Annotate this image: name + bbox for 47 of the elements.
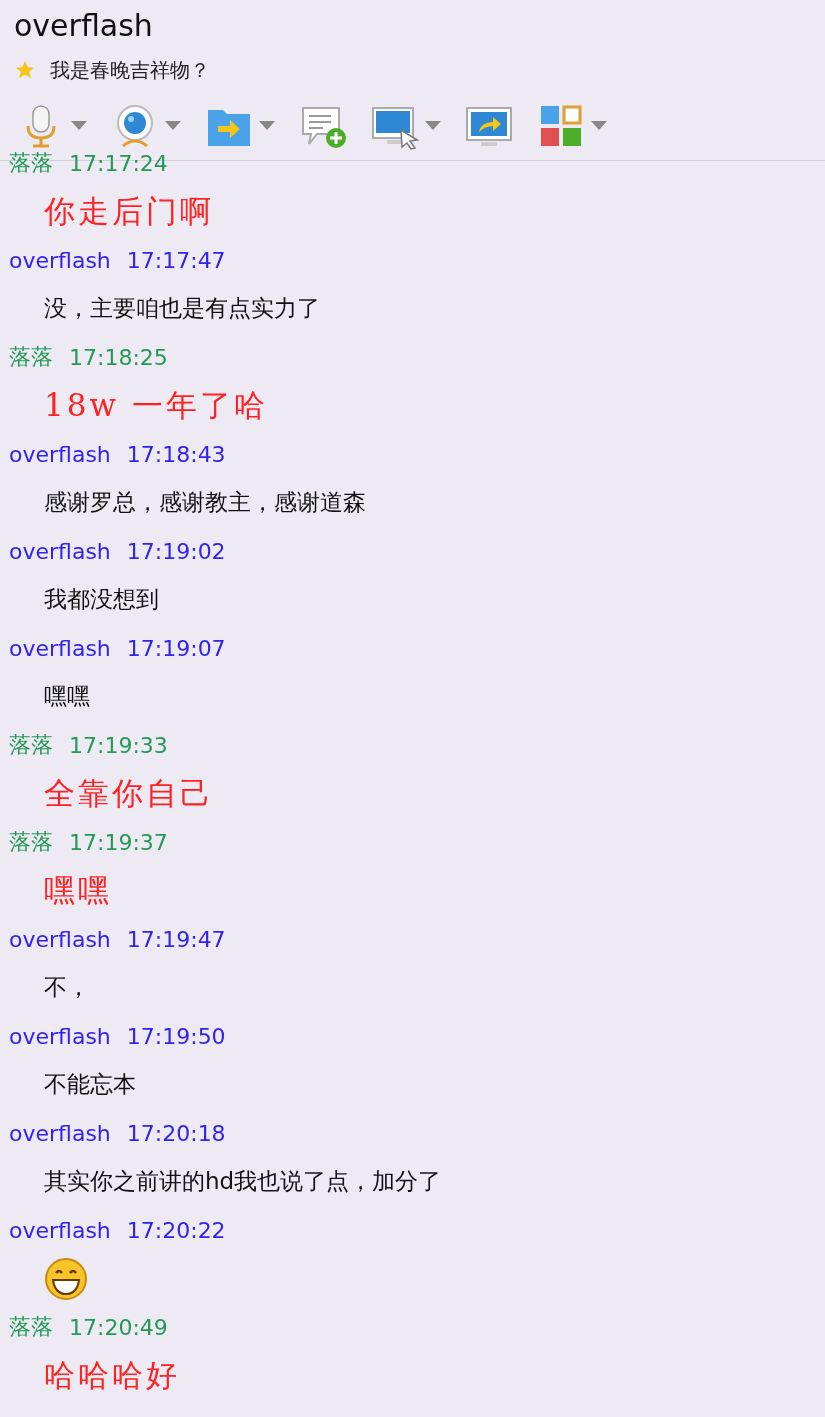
message-time: 17:19:50 (126, 1023, 226, 1049)
sender-name: 落落 (9, 828, 53, 856)
message-text: 不能忘本 (44, 1070, 136, 1099)
message-text: 18w 一年了哈 (44, 385, 268, 425)
sender-name: overflash (9, 926, 111, 952)
message-text: 感谢罗总，感谢教主，感谢道森 (44, 488, 366, 517)
message-text: 全靠你自己 (44, 773, 214, 813)
contact-name: overflash (14, 7, 154, 45)
message-text: 没，主要咱也是有点实力了 (44, 294, 320, 323)
star-icon (14, 59, 36, 81)
status-message: 我是春晚吉祥物？ (50, 56, 210, 84)
message-text: 嘿嘿 (44, 682, 90, 711)
message-time: 17:19:47 (126, 926, 226, 952)
message-text: 我都没想到 (44, 585, 159, 614)
caret-icon[interactable] (591, 121, 607, 131)
message-time: 17:20:18 (126, 1120, 226, 1146)
message-time: 17:19:02 (126, 538, 226, 564)
message-text: 哈哈哈好 (44, 1355, 180, 1395)
message-time: 17:20:49 (69, 1314, 168, 1340)
message-text: 你走后门啊 (44, 191, 214, 231)
message-time: 17:17:24 (69, 150, 168, 176)
message-time: 17:17:47 (126, 247, 226, 273)
sender-name: 落落 (9, 731, 53, 759)
sender-name: 落落 (9, 343, 53, 371)
sender-name: overflash (9, 1120, 111, 1146)
message-text: 不， (44, 973, 90, 1002)
caret-icon[interactable] (71, 121, 87, 131)
message-time: 17:18:25 (69, 344, 168, 370)
sender-name: overflash (9, 1217, 111, 1243)
sender-name: 落落 (9, 1313, 53, 1341)
message-text: 嘿嘿 (44, 870, 112, 910)
caret-icon[interactable] (425, 121, 441, 131)
sender-name: overflash (9, 635, 111, 661)
message-time: 17:19:33 (69, 732, 168, 758)
message-time: 17:20:22 (126, 1217, 226, 1243)
sender-name: 落落 (9, 149, 53, 177)
message-time: 17:19:37 (69, 829, 168, 855)
grinning-emoji-icon (44, 1256, 88, 1301)
caret-icon[interactable] (165, 121, 181, 131)
sender-name: overflash (9, 441, 111, 467)
message-text: 其实你之前讲的hd我也说了点，加分了 (44, 1167, 442, 1196)
sender-name: overflash (9, 538, 111, 564)
sender-name: overflash (9, 247, 111, 273)
sender-name: overflash (9, 1023, 111, 1049)
message-time: 17:18:43 (126, 441, 226, 467)
caret-icon[interactable] (259, 121, 275, 131)
message-time: 17:19:07 (126, 635, 226, 661)
